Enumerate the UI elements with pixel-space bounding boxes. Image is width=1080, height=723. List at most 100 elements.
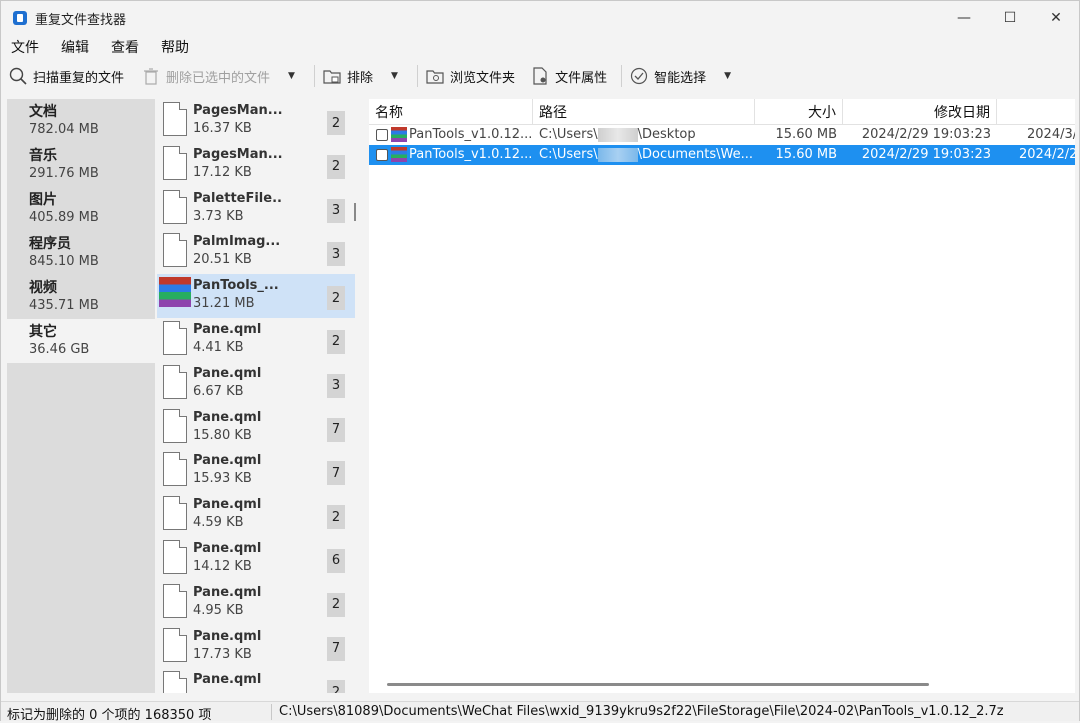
file-icon	[163, 145, 187, 180]
redacted-username	[597, 147, 638, 162]
file-icon	[163, 408, 187, 443]
list-item[interactable]: Pane.qml 2	[157, 668, 355, 693]
list-item[interactable]: PanTools_... 31.21 MB 2	[157, 274, 355, 318]
status-marked-count: 标记为删除的 0 个项的 168350 项	[7, 708, 212, 723]
category-programs[interactable]: 程序员 845.10 MB	[7, 231, 155, 275]
duplicate-count-badge: 2	[327, 680, 345, 693]
list-item[interactable]: Pane.qml 6.67 KB 3	[157, 362, 355, 406]
exclude-dropdown-icon[interactable]: ▼	[391, 71, 405, 81]
column-header-path[interactable]: 路径	[533, 99, 755, 125]
duplicate-count-badge: 2	[327, 329, 345, 354]
file-properties-icon	[531, 67, 549, 85]
file-icon	[163, 496, 187, 531]
table-header: 名称 路径 大小 修改日期	[369, 99, 1075, 125]
file-icon	[163, 627, 187, 662]
maximize-button[interactable]: ☐	[987, 1, 1033, 35]
table-row[interactable]: PanTools_v1.0.12... C:\Users\ \Desktop 15…	[369, 125, 1075, 145]
toolbar: 扫描重复的文件 删除已选中的文件 ▼ 排除 ▼ 浏览文件夹 文件属性 智能选择 …	[1, 59, 1079, 93]
file-icon	[163, 189, 187, 224]
toolbar-separator	[314, 65, 316, 87]
check-circle-icon	[630, 67, 648, 85]
duplicate-count-badge: 2	[327, 505, 345, 530]
row-checkbox[interactable]	[376, 149, 388, 161]
duplicate-count-badge: 2	[327, 154, 345, 179]
exclude-button[interactable]: 排除	[319, 62, 377, 90]
file-icon	[163, 452, 187, 487]
menu-file[interactable]: 文件	[5, 37, 45, 57]
category-music[interactable]: 音乐 291.76 MB	[7, 143, 155, 187]
toolbar-separator	[621, 65, 623, 87]
scan-button[interactable]: 扫描重复的文件	[5, 62, 128, 90]
duplicate-count-badge: 3	[327, 373, 345, 398]
archive-icon	[391, 127, 407, 142]
list-item[interactable]: Pane.qml 15.93 KB 7	[157, 449, 355, 493]
duplicate-count-badge: 3	[327, 242, 345, 267]
status-file-path: C:\Users\81089\Documents\WeChat Files\wx…	[279, 704, 1004, 719]
row-checkbox[interactable]	[376, 129, 388, 141]
smart-select-label: 智能选择	[654, 70, 707, 86]
menu-edit[interactable]: 编辑	[55, 37, 95, 57]
app-icon	[13, 11, 27, 25]
folder-search-icon	[426, 67, 444, 85]
menu-bar: 文件 编辑 查看 帮助	[1, 35, 205, 59]
minimize-button[interactable]: —	[941, 1, 987, 35]
list-item[interactable]: Pane.qml 17.73 KB 7	[157, 625, 355, 669]
scan-label: 扫描重复的文件	[33, 70, 125, 86]
list-item[interactable]: Pane.qml 4.41 KB 2	[157, 318, 355, 362]
list-item[interactable]: Pane.qml 14.12 KB 6	[157, 537, 355, 581]
column-header-modified[interactable]: 修改日期	[843, 99, 997, 125]
duplicate-count-badge: 7	[327, 461, 345, 486]
list-item[interactable]: Pane.qml 4.59 KB 2	[157, 493, 355, 537]
window-controls: — ☐ ✕	[941, 1, 1079, 35]
column-header-extra[interactable]	[997, 99, 1075, 125]
exclude-label: 排除	[347, 70, 374, 86]
close-button[interactable]: ✕	[1033, 1, 1079, 35]
list-item[interactable]: Pane.qml 15.80 KB 7	[157, 406, 355, 450]
horizontal-scrollbar[interactable]	[387, 683, 929, 686]
file-icon	[163, 102, 187, 136]
toolbar-separator	[417, 65, 419, 87]
browse-folder-button[interactable]: 浏览文件夹	[422, 62, 519, 90]
list-item[interactable]: PagesMan... 17.12 KB 2	[157, 143, 355, 187]
smart-select-dropdown-icon[interactable]: ▼	[724, 71, 738, 81]
delete-selected-button[interactable]: 删除已选中的文件	[138, 62, 274, 90]
duplicate-count-badge: 2	[327, 286, 345, 311]
category-list: 文档 782.04 MB 音乐 291.76 MB 图片 405.89 MB 程…	[7, 99, 155, 693]
duplicate-group-list: PagesMan... 16.37 KB 2 PagesMan... 17.12 K…	[157, 99, 355, 693]
category-videos[interactable]: 视频 435.71 MB	[7, 275, 155, 319]
list-item[interactable]: PalmImag... 20.51 KB 3	[157, 230, 355, 274]
file-properties-label: 文件属性	[555, 70, 608, 86]
delete-dropdown-icon[interactable]: ▼	[288, 71, 302, 81]
redacted-username	[597, 127, 638, 142]
duplicate-count-badge: 2	[327, 111, 345, 135]
duplicate-count-badge: 6	[327, 548, 345, 573]
smart-select-button[interactable]: 智能选择	[626, 62, 710, 90]
list-item[interactable]: PagesMan... 16.37 KB 2	[157, 99, 355, 143]
file-icon	[163, 539, 187, 574]
category-other[interactable]: 其它 36.46 GB	[7, 319, 155, 363]
table-row[interactable]: PanTools_v1.0.12... C:\Users\ \Documents\…	[369, 145, 1075, 165]
column-header-name[interactable]: 名称	[369, 99, 533, 125]
duplicate-count-badge: 2	[327, 592, 345, 617]
file-icon	[163, 671, 187, 693]
list-item[interactable]: Pane.qml 4.95 KB 2	[157, 581, 355, 625]
file-icon	[163, 364, 187, 399]
status-bar: 标记为删除的 0 个项的 168350 项 C:\Users\81089\Doc…	[1, 701, 1079, 723]
trash-icon	[142, 67, 160, 85]
menu-help[interactable]: 帮助	[155, 37, 195, 57]
file-properties-button[interactable]: 文件属性	[527, 62, 611, 90]
duplicate-count-badge: 7	[327, 417, 345, 442]
splitter-handle[interactable]	[354, 203, 356, 221]
menu-view[interactable]: 查看	[105, 37, 145, 57]
list-item[interactable]: PaletteFile... 3.73 KB 3	[157, 187, 355, 231]
category-pictures[interactable]: 图片 405.89 MB	[7, 187, 155, 231]
duplicate-count-badge: 7	[327, 636, 345, 661]
title-bar: 重复文件查找器 — ☐ ✕	[1, 1, 1079, 35]
delete-selected-label: 删除已选中的文件	[166, 70, 271, 86]
category-documents[interactable]: 文档 782.04 MB	[7, 99, 155, 143]
window-title: 重复文件查找器	[35, 12, 127, 28]
archive-icon	[391, 147, 407, 162]
file-icon	[163, 320, 187, 355]
column-header-size[interactable]: 大小	[755, 99, 843, 125]
app-window: 重复文件查找器 — ☐ ✕ 文件 编辑 查看 帮助 扫描重复的文件 删除已选中的…	[0, 0, 1080, 723]
